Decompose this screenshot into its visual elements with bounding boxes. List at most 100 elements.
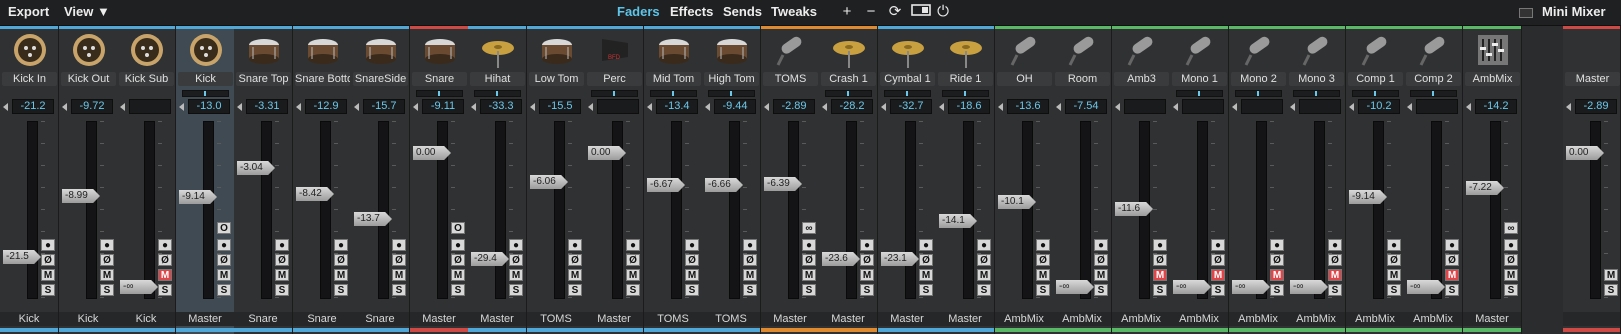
volume-readout[interactable]: -15.7 — [363, 99, 405, 114]
channel-name[interactable]: Room — [1055, 72, 1110, 86]
mic-icon[interactable] — [1125, 31, 1159, 69]
phase-button[interactable]: Ø — [568, 254, 582, 266]
channel-name[interactable]: Ride 1 — [938, 72, 993, 86]
volume-readout[interactable]: -13.4 — [656, 99, 698, 114]
output-routing[interactable]: Master — [410, 312, 468, 326]
mute-button[interactable]: M — [451, 269, 465, 281]
fader-track[interactable] — [554, 121, 565, 299]
record-button[interactable]: ● — [1036, 239, 1050, 251]
handheld-mic-icon[interactable] — [1359, 31, 1393, 69]
record-button[interactable]: ● — [1387, 239, 1401, 251]
fader-track[interactable] — [261, 121, 272, 299]
snare-icon[interactable] — [423, 31, 457, 69]
volume-readout[interactable]: -15.5 — [539, 99, 581, 114]
volume-readout[interactable]: -3.31 — [246, 99, 288, 114]
output-routing[interactable]: AmbMix — [995, 312, 1053, 326]
record-button[interactable]: ● — [860, 239, 874, 251]
phase-button[interactable]: Ø — [217, 254, 231, 266]
fader-handle[interactable]: -13.7 — [354, 212, 392, 226]
record-button[interactable]: ● — [451, 239, 465, 251]
channel-name[interactable]: AmbMix — [1465, 72, 1520, 86]
hihat-icon[interactable] — [481, 31, 515, 69]
output-routing[interactable]: Snare — [293, 312, 351, 326]
solo-button[interactable]: S — [1094, 284, 1108, 296]
output-routing[interactable]: Master — [585, 312, 643, 326]
volume-readout[interactable]: -13.0 — [188, 99, 230, 114]
channel-strip-toms[interactable]: TOMS -2.89 -6.39 ∞ ● Ø M S Master — [761, 26, 820, 334]
volume-readout[interactable] — [1416, 99, 1458, 114]
channel-name[interactable]: Mono 3 — [1289, 72, 1344, 86]
fader-handle[interactable]: -29.4 — [471, 252, 509, 266]
fader-handle[interactable]: -23.1 — [881, 252, 919, 266]
output-routing[interactable]: AmbMix — [1404, 312, 1462, 326]
fader-track[interactable] — [788, 121, 799, 299]
pan-slider[interactable] — [591, 90, 638, 97]
channel-name[interactable]: Comp 2 — [1406, 72, 1461, 86]
collapse-arrow-icon[interactable] — [237, 103, 242, 111]
collapse-arrow-icon[interactable] — [471, 103, 476, 111]
pan-slider[interactable] — [650, 90, 697, 97]
fader-track[interactable] — [729, 121, 740, 299]
volume-readout[interactable] — [129, 99, 171, 114]
volume-readout[interactable]: -10.2 — [1358, 99, 1400, 114]
mute-button[interactable]: M — [1211, 269, 1225, 281]
mute-button[interactable]: M — [334, 269, 348, 281]
tab-tweaks[interactable]: Tweaks — [771, 4, 817, 19]
phase-button[interactable]: Ø — [685, 254, 699, 266]
collapse-arrow-icon[interactable] — [1115, 103, 1120, 111]
channel-strip-snare[interactable]: Snare -9.11 0.00 O ● Ø M S Master — [410, 26, 469, 334]
mute-button[interactable]: M — [685, 269, 699, 281]
volume-readout[interactable] — [597, 99, 639, 114]
collapse-arrow-icon[interactable] — [998, 103, 1003, 111]
volume-readout[interactable]: -21.2 — [12, 99, 54, 114]
collapse-arrow-icon[interactable] — [822, 103, 827, 111]
collapse-arrow-icon[interactable] — [1407, 103, 1412, 111]
mute-button[interactable]: M — [1094, 269, 1108, 281]
master-icon[interactable] — [1576, 31, 1610, 69]
phase-button[interactable]: Ø — [509, 254, 523, 266]
channel-strip-mid-tom[interactable]: Mid Tom -13.4 -6.67 ● Ø M S TOMS — [644, 26, 703, 334]
channel-strip-ride-1[interactable]: Ride 1 -18.6 -14.1 ● Ø M S Master — [936, 26, 995, 334]
record-button[interactable]: ● — [275, 239, 289, 251]
phase-button[interactable]: Ø — [860, 254, 874, 266]
collapse-arrow-icon[interactable] — [354, 103, 359, 111]
channel-strip-snareside[interactable]: SnareSide -15.7 -13.7 ● Ø M S Snare — [351, 26, 410, 334]
channel-name[interactable]: Snare Bottom — [295, 72, 350, 86]
phase-button[interactable]: Ø — [802, 254, 816, 266]
record-button[interactable]: ● — [100, 239, 114, 251]
solo-button[interactable]: S — [158, 284, 172, 296]
channel-strip-hihat[interactable]: Hihat -33.3 -29.4 ● Ø M S Master — [468, 26, 527, 334]
refresh-icon[interactable]: ⟳ — [886, 3, 904, 21]
solo-button[interactable]: S — [626, 284, 640, 296]
mute-button[interactable]: M — [1445, 269, 1459, 281]
record-button[interactable]: ● — [1094, 239, 1108, 251]
output-routing[interactable]: TOMS — [702, 312, 760, 326]
output-routing[interactable] — [1563, 312, 1620, 326]
volume-readout[interactable]: -13.6 — [1007, 99, 1049, 114]
solo-button[interactable]: S — [275, 284, 289, 296]
collapse-arrow-icon[interactable] — [1232, 103, 1237, 111]
solo-button[interactable]: S — [334, 284, 348, 296]
collapse-arrow-icon[interactable] — [939, 103, 944, 111]
solo-button[interactable]: S — [1153, 284, 1167, 296]
fader-track[interactable] — [963, 121, 974, 299]
collapse-arrow-icon[interactable] — [296, 103, 301, 111]
record-button[interactable]: ● — [509, 239, 523, 251]
fader-handle[interactable]: -23.6 — [822, 252, 860, 266]
record-button[interactable]: ● — [334, 239, 348, 251]
phase-button[interactable]: Ø — [1387, 254, 1401, 266]
record-button[interactable]: ● — [392, 239, 406, 251]
collapse-arrow-icon[interactable] — [1466, 103, 1471, 111]
fader-track[interactable] — [671, 121, 682, 299]
volume-readout[interactable]: -32.7 — [890, 99, 932, 114]
tom-icon[interactable] — [540, 31, 574, 69]
mute-button[interactable]: M — [1504, 269, 1518, 281]
solo-button[interactable]: S — [1387, 284, 1401, 296]
solo-button[interactable]: S — [860, 284, 874, 296]
volume-readout[interactable]: -9.11 — [422, 99, 464, 114]
output-routing[interactable]: Kick — [117, 312, 175, 326]
mute-button[interactable]: M — [1387, 269, 1401, 281]
fader-handle[interactable]: -3.04 — [237, 161, 275, 175]
mute-button[interactable]: M — [1328, 269, 1342, 281]
solo-button[interactable]: S — [392, 284, 406, 296]
